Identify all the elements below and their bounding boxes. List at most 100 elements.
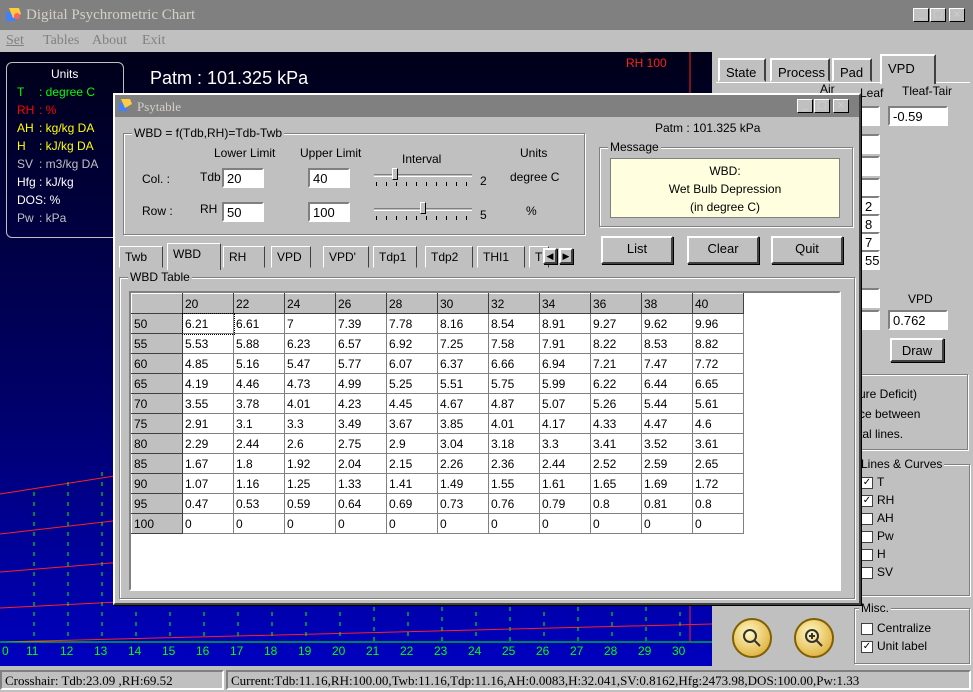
- table-cell[interactable]: 0.59: [284, 493, 336, 514]
- checkbox-box[interactable]: ✓: [861, 494, 873, 507]
- menu-exit[interactable]: Exit: [142, 33, 165, 49]
- table-cell[interactable]: 7.58: [488, 333, 540, 354]
- table-cell[interactable]: 3.55: [182, 393, 234, 414]
- table-cell[interactable]: 1.8: [233, 453, 285, 474]
- col-lower-input[interactable]: 20: [222, 168, 264, 188]
- misc-checkbox-unit-label[interactable]: ✓ Unit label: [861, 639, 931, 657]
- lines-checkbox-sv[interactable]: SV: [861, 565, 894, 583]
- table-cell[interactable]: 6.23: [284, 333, 336, 354]
- row-header[interactable]: 90: [131, 473, 183, 494]
- table-cell[interactable]: 1.69: [641, 473, 693, 494]
- tleaf-tair-field[interactable]: -0.59: [888, 106, 948, 126]
- table-cell[interactable]: 5.25: [386, 373, 438, 394]
- table-cell[interactable]: 8.22: [590, 333, 642, 354]
- table-cell[interactable]: 7.78: [386, 313, 438, 334]
- table-cell[interactable]: 3.1: [233, 413, 285, 434]
- table-cell[interactable]: 6.37: [437, 353, 489, 374]
- row-interval-slider[interactable]: [374, 202, 472, 222]
- table-cell[interactable]: 5.51: [437, 373, 489, 394]
- tab-process[interactable]: Process: [770, 58, 830, 82]
- close-button[interactable]: ×: [949, 8, 965, 22]
- table-cell[interactable]: 7.39: [335, 313, 387, 334]
- table-cell[interactable]: 3.3: [284, 413, 336, 434]
- table-cell[interactable]: 4.45: [386, 393, 438, 414]
- table-cell[interactable]: 1.61: [539, 473, 591, 494]
- vpd-field[interactable]: 0.762: [888, 310, 948, 330]
- table-cell[interactable]: 6.22: [590, 373, 642, 394]
- checkbox-box[interactable]: ✓: [861, 640, 873, 653]
- table-cell[interactable]: 5.75: [488, 373, 540, 394]
- table-cell[interactable]: 8.91: [539, 313, 591, 334]
- table-cell[interactable]: 6.57: [335, 333, 387, 354]
- table-cell[interactable]: 4.6: [692, 413, 744, 434]
- checkbox-box[interactable]: [861, 512, 873, 525]
- table-cell[interactable]: 5.26: [590, 393, 642, 414]
- table-cell[interactable]: 0.79: [539, 493, 591, 514]
- table-cell[interactable]: 0.53: [233, 493, 285, 514]
- table-cell[interactable]: 7.91: [539, 333, 591, 354]
- table-cell[interactable]: 6.44: [641, 373, 693, 394]
- row-header[interactable]: 50: [131, 313, 183, 334]
- table-cell[interactable]: 2.36: [488, 453, 540, 474]
- dialog-minimize-button[interactable]: _: [797, 99, 813, 113]
- table-cell[interactable]: 7.25: [437, 333, 489, 354]
- table-cell[interactable]: 5.47: [284, 353, 336, 374]
- leaf-field-9[interactable]: [860, 288, 880, 308]
- table-cell[interactable]: 3.18: [488, 433, 540, 454]
- tab-thi1[interactable]: THI1: [477, 246, 525, 268]
- leaf-field-2[interactable]: [860, 134, 880, 154]
- table-cell[interactable]: 5.77: [335, 353, 387, 374]
- column-header[interactable]: 40: [692, 293, 744, 314]
- table-cell[interactable]: 4.19: [182, 373, 234, 394]
- table-cell[interactable]: 2.6: [284, 433, 336, 454]
- tab-vpd-prime[interactable]: VPD': [323, 246, 369, 268]
- table-cell[interactable]: 5.16: [233, 353, 285, 374]
- tab-state[interactable]: State: [718, 58, 766, 82]
- table-cell[interactable]: 0.73: [437, 493, 489, 514]
- table-cell[interactable]: 2.52: [590, 453, 642, 474]
- table-cell[interactable]: 6.61: [233, 313, 285, 334]
- table-cell[interactable]: 9.27: [590, 313, 642, 334]
- leaf-field-7[interactable]: 7: [860, 232, 880, 252]
- leaf-field-3[interactable]: [860, 156, 880, 176]
- dialog-maximize-button[interactable]: □: [814, 99, 830, 113]
- table-cell[interactable]: 1.92: [284, 453, 336, 474]
- table-cell[interactable]: 2.44: [233, 433, 285, 454]
- dialog-close-button[interactable]: ×: [833, 99, 849, 113]
- table-cell[interactable]: 3.3: [539, 433, 591, 454]
- row-upper-input[interactable]: 100: [308, 202, 350, 222]
- quit-button[interactable]: Quit: [771, 236, 843, 264]
- table-cell[interactable]: 5.44: [641, 393, 693, 414]
- lines-checkbox-h[interactable]: H: [861, 547, 894, 565]
- table-cell[interactable]: 5.88: [233, 333, 285, 354]
- table-cell[interactable]: 4.47: [641, 413, 693, 434]
- table-cell[interactable]: 0.47: [182, 493, 234, 514]
- tab-tdp2[interactable]: Tdp2: [425, 246, 473, 268]
- table-cell[interactable]: 7: [284, 313, 336, 334]
- column-header[interactable]: 30: [437, 293, 489, 314]
- table-cell[interactable]: 9.62: [641, 313, 693, 334]
- menu-about[interactable]: About: [92, 33, 127, 49]
- table-cell[interactable]: 0: [182, 513, 234, 534]
- checkbox-box[interactable]: [861, 530, 873, 543]
- column-header[interactable]: 22: [233, 293, 285, 314]
- table-cell[interactable]: 2.9: [386, 433, 438, 454]
- table-cell[interactable]: 0: [335, 513, 387, 534]
- column-header[interactable]: 20: [182, 293, 234, 314]
- table-cell[interactable]: 1.25: [284, 473, 336, 494]
- misc-checkbox-centralize[interactable]: Centralize: [861, 621, 931, 639]
- table-cell[interactable]: 7.72: [692, 353, 744, 374]
- row-header[interactable]: 95: [131, 493, 183, 514]
- row-header[interactable]: 100: [131, 513, 183, 534]
- table-cell[interactable]: 0: [233, 513, 285, 534]
- table-cell[interactable]: 1.16: [233, 473, 285, 494]
- table-cell[interactable]: 7.47: [641, 353, 693, 374]
- table-cell[interactable]: 4.46: [233, 373, 285, 394]
- table-cell[interactable]: 4.67: [437, 393, 489, 414]
- table-cell[interactable]: 1.55: [488, 473, 540, 494]
- table-cell[interactable]: 4.99: [335, 373, 387, 394]
- table-cell[interactable]: 4.01: [284, 393, 336, 414]
- maximize-button[interactable]: □: [930, 8, 946, 22]
- table-cell[interactable]: 2.29: [182, 433, 234, 454]
- lines-checkbox-rh[interactable]: ✓ RH: [861, 493, 894, 511]
